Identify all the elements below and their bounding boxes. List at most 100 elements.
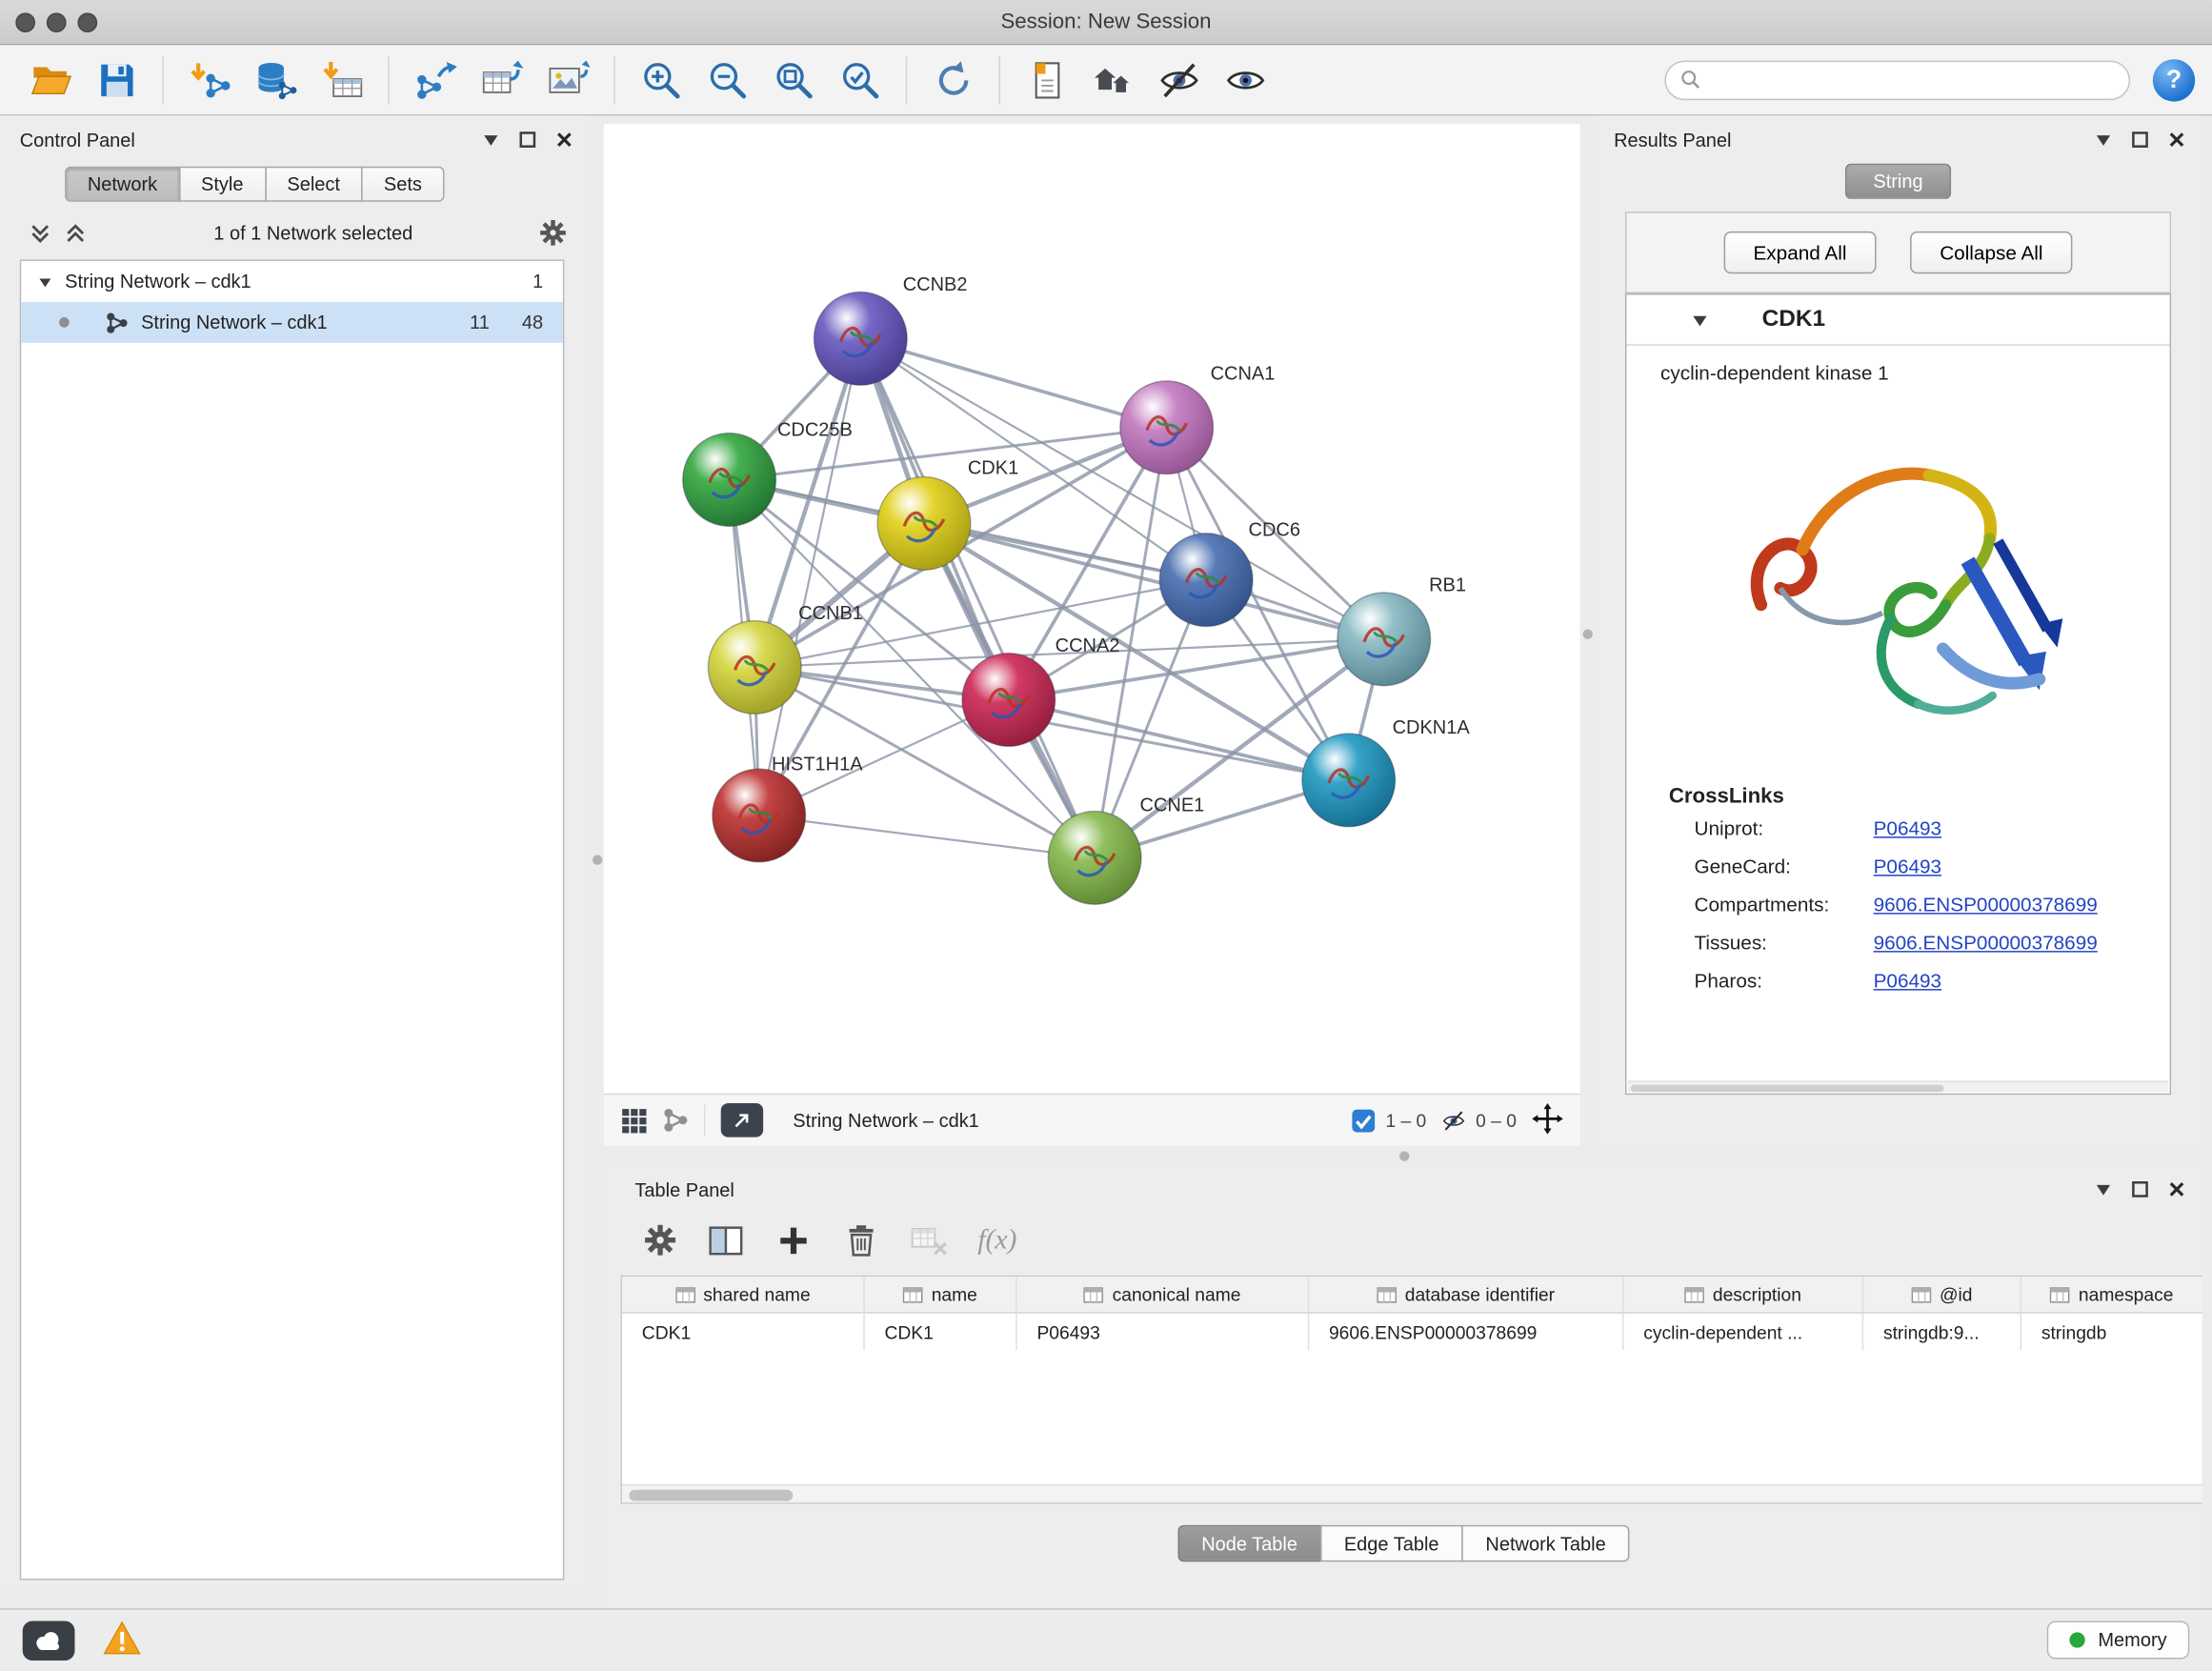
grid-view-icon[interactable] — [621, 1107, 648, 1134]
collapse-all-icon[interactable] — [29, 221, 52, 245]
crosslink-link[interactable]: 9606.ENSP00000378699 — [1874, 893, 2098, 916]
crosslink-row: Tissues: 9606.ENSP00000378699 — [1626, 922, 2169, 960]
close-panel-icon[interactable] — [2168, 1180, 2185, 1198]
detach-view-button[interactable] — [721, 1103, 763, 1137]
column-header[interactable]: description — [1623, 1277, 1863, 1312]
crosslink-link[interactable]: 9606.ENSP00000378699 — [1874, 931, 2098, 954]
horizontal-splitter[interactable] — [604, 1145, 2202, 1165]
import-table-button[interactable] — [309, 50, 375, 110]
tab-edge-table[interactable]: Edge Table — [1320, 1525, 1463, 1562]
network-canvas[interactable]: CCNB2CCNA1CDC25BCDK1CDC6RB1CCNB1CCNA2CDK… — [604, 124, 1580, 1093]
tab-sets[interactable]: Sets — [361, 167, 444, 202]
delete-table-icon — [910, 1221, 948, 1259]
maximize-panel-icon[interactable] — [2132, 1180, 2149, 1198]
close-panel-icon[interactable] — [555, 131, 573, 149]
column-header[interactable]: shared name — [622, 1277, 865, 1312]
fit-content-button[interactable] — [760, 50, 827, 110]
tab-network[interactable]: Network — [65, 167, 180, 202]
cloud-services-button[interactable] — [23, 1621, 75, 1660]
float-panel-icon[interactable] — [2095, 131, 2112, 149]
import-network-file-button[interactable] — [176, 50, 243, 110]
search-box[interactable] — [1664, 60, 2130, 99]
network-overview-icon[interactable] — [663, 1107, 689, 1133]
splitter-handle[interactable] — [1582, 629, 1592, 638]
gear-icon[interactable] — [539, 219, 568, 248]
tab-node-table[interactable]: Node Table — [1177, 1525, 1321, 1562]
refresh-icon — [932, 58, 974, 100]
results-panel: Results Panel String Expand All Collapse… — [1594, 115, 2202, 1145]
minimize-window-icon[interactable] — [47, 12, 67, 32]
open-session-button[interactable] — [17, 50, 84, 110]
application-window: Session: New Session ? Control — [0, 0, 2212, 1670]
results-panel-title: Results Panel — [1614, 129, 1731, 150]
zoom-in-button[interactable] — [628, 50, 694, 110]
fit-selected-button[interactable] — [827, 50, 894, 110]
table-settings-gear-icon[interactable] — [643, 1223, 677, 1258]
maximize-panel-icon[interactable] — [519, 131, 536, 149]
scrollbar-thumb[interactable] — [1631, 1084, 1944, 1091]
collapse-section-icon[interactable] — [1692, 312, 1709, 329]
show-all-button[interactable] — [1212, 50, 1278, 110]
export-table-button[interactable] — [469, 50, 535, 110]
import-network-database-button[interactable] — [243, 50, 310, 110]
table-row[interactable]: CDK1 CDK1 P06493 9606.ENSP00000378699 cy… — [622, 1314, 2202, 1351]
maximize-panel-icon[interactable] — [2132, 131, 2149, 149]
refresh-view-button[interactable] — [920, 50, 987, 110]
column-header[interactable]: @id — [1863, 1277, 2021, 1312]
expander-triangle-icon[interactable] — [38, 274, 52, 289]
snapshot-button[interactable] — [1013, 50, 1079, 110]
table-toolbar: f(x) — [604, 1205, 2202, 1276]
neighbors-button[interactable] — [1079, 50, 1146, 110]
expand-all-button[interactable]: Expand All — [1723, 232, 1876, 273]
hide-selected-button[interactable] — [1145, 50, 1212, 110]
crosslink-link[interactable]: P06493 — [1874, 969, 1941, 992]
add-column-icon[interactable] — [774, 1221, 813, 1259]
results-scrollbar[interactable] — [1628, 1080, 2168, 1092]
gene-details-card: CDK1 cyclin-dependent kinase 1 CrossLink… — [1625, 293, 2171, 1095]
column-header[interactable]: canonical name — [1017, 1277, 1310, 1312]
table-panel: Table Panel f(x) shared name name canoni… — [604, 1165, 2202, 1608]
crosslink-link[interactable]: P06493 — [1874, 816, 1941, 839]
float-panel-icon[interactable] — [2095, 1180, 2112, 1198]
help-button[interactable]: ? — [2153, 58, 2195, 100]
crosslink-link[interactable]: P06493 — [1874, 855, 1941, 877]
delete-column-icon[interactable] — [842, 1221, 880, 1259]
show-columns-icon[interactable] — [707, 1221, 745, 1259]
collapse-all-button[interactable]: Collapse All — [1910, 232, 2073, 273]
zoom-out-button[interactable] — [694, 50, 761, 110]
hidden-eye-slash-icon[interactable] — [1442, 1108, 1466, 1132]
save-session-button[interactable] — [83, 50, 150, 110]
pan-mode-button[interactable] — [1532, 1102, 1563, 1137]
expand-all-icon[interactable] — [64, 221, 88, 245]
crosslink-row: GeneCard: P06493 — [1626, 847, 2169, 885]
cloud-icon — [32, 1629, 65, 1652]
selected-checkbox-icon[interactable] — [1352, 1108, 1376, 1132]
open-in-new-icon — [733, 1110, 753, 1130]
hidden-counts: 0 – 0 — [1476, 1110, 1517, 1131]
tab-select[interactable]: Select — [265, 167, 363, 202]
warnings-button[interactable] — [103, 1621, 141, 1660]
network-row[interactable]: String Network – cdk1 11 48 — [21, 302, 563, 343]
close-window-icon[interactable] — [15, 12, 35, 32]
splitter-handle[interactable] — [592, 855, 601, 864]
tab-style[interactable]: Style — [178, 167, 266, 202]
vertical-splitter[interactable] — [1580, 115, 1595, 1145]
search-input[interactable] — [1711, 68, 2115, 91]
maximize-window-icon[interactable] — [77, 12, 97, 32]
protein-structure-image — [1721, 401, 2074, 765]
export-image-button[interactable] — [534, 50, 601, 110]
column-header[interactable]: database identifier — [1309, 1277, 1623, 1312]
table-horizontal-scrollbar[interactable] — [622, 1484, 2202, 1502]
tab-network-table[interactable]: Network Table — [1461, 1525, 1630, 1562]
splitter-handle[interactable] — [1399, 1151, 1409, 1160]
string-results-tab[interactable]: String — [1845, 164, 1951, 199]
column-header[interactable]: name — [865, 1277, 1017, 1312]
column-header[interactable]: namespace — [2021, 1277, 2202, 1312]
left-splitter[interactable] — [590, 115, 604, 1588]
network-collection-row[interactable]: String Network – cdk1 1 — [21, 261, 563, 302]
memory-button[interactable]: Memory — [2047, 1621, 2189, 1660]
scrollbar-thumb[interactable] — [629, 1489, 793, 1500]
close-panel-icon[interactable] — [2168, 131, 2185, 149]
export-network-button[interactable] — [402, 50, 469, 110]
float-panel-icon[interactable] — [482, 131, 499, 149]
